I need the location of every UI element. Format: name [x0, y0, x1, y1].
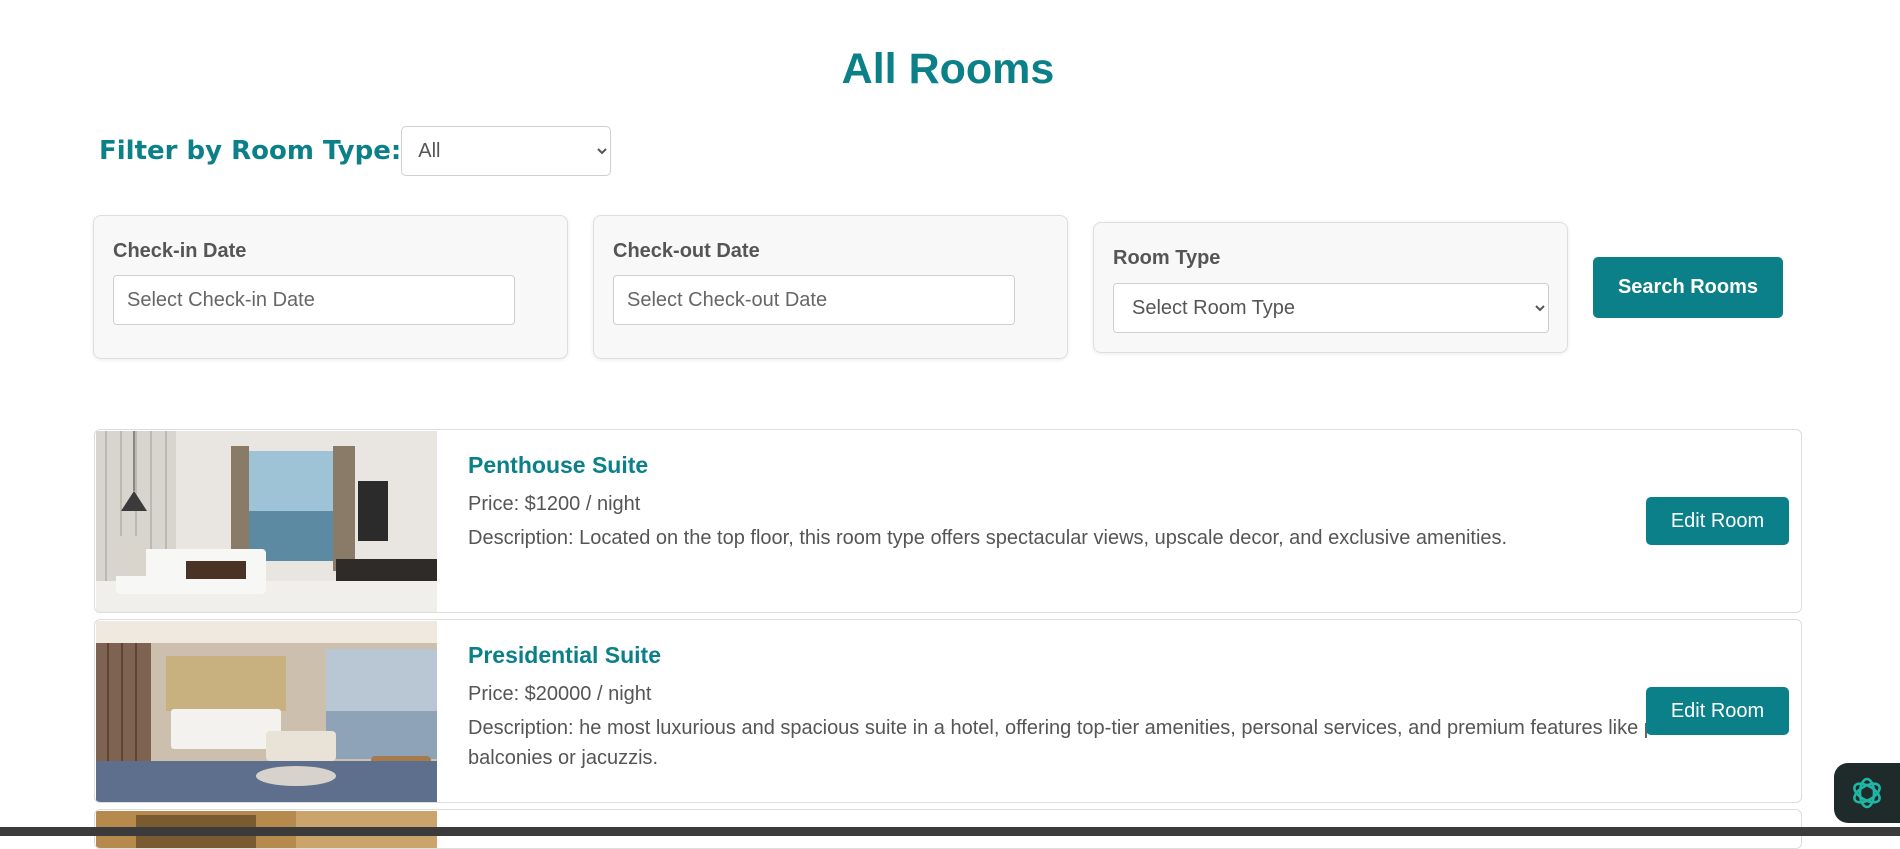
room-type-filter-select[interactable]: All [401, 126, 612, 176]
room-image [96, 621, 437, 802]
checkout-label: Check-out Date [613, 240, 760, 262]
room-name: Presidential Suite [468, 642, 662, 668]
bottom-bar [0, 827, 1900, 836]
room-name: Penthouse Suite [468, 452, 649, 478]
checkin-card: Check-in Date [93, 215, 568, 359]
room-price: Price: $20000 / night [468, 683, 652, 705]
room-description: Description: he most luxurious and spaci… [468, 717, 1704, 769]
checkout-date-input[interactable] [613, 275, 1015, 325]
page-title: All Rooms [841, 45, 1055, 93]
assistant-button[interactable] [1834, 763, 1900, 823]
checkin-date-input[interactable] [113, 275, 515, 325]
openai-logo-icon [1853, 777, 1881, 809]
edit-room-button[interactable]: Edit Room [1646, 687, 1789, 735]
checkin-label: Check-in Date [113, 240, 247, 262]
room-card-penthouse: Penthouse Suite Price: $1200 / night Des… [94, 429, 1802, 613]
edit-room-button[interactable]: Edit Room [1646, 497, 1789, 545]
room-type-label: Room Type [1113, 247, 1221, 269]
checkout-card: Check-out Date [593, 215, 1068, 359]
room-type-filter: Filter by Room Type: All [99, 126, 612, 176]
room-card-presidential: Presidential Suite Price: $20000 / night… [94, 619, 1802, 803]
room-price: Price: $1200 / night [468, 493, 641, 515]
room-type-select[interactable]: Select Room Type [1113, 283, 1549, 333]
room-description: Description: Located on the top floor, t… [468, 527, 1508, 549]
filter-label: Filter by Room Type: [99, 136, 402, 166]
room-image [96, 431, 437, 612]
search-rooms-button[interactable]: Search Rooms [1593, 257, 1783, 318]
room-type-card: Room Type Select Room Type [1093, 222, 1568, 353]
